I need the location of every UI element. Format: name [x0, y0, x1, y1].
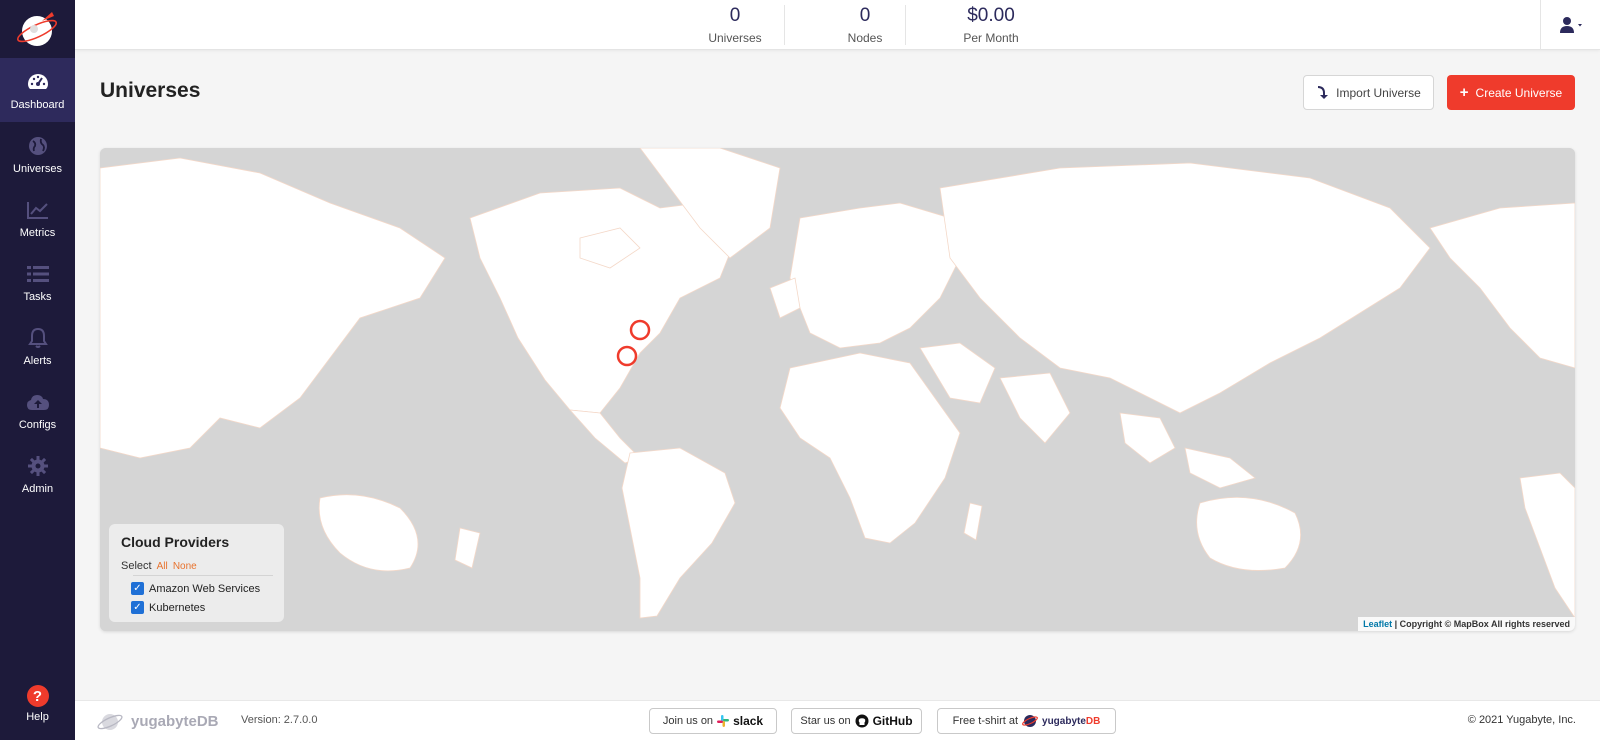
tshirt-brand: yugabyteDB	[1042, 716, 1100, 727]
legend-select-row: Select All None	[121, 560, 272, 572]
tshirt-prefix: Free t-shirt at	[952, 715, 1019, 727]
tshirt-button[interactable]: Free t-shirt at yugabyteDB	[937, 708, 1116, 734]
copyright-text: © 2021 Yugabyte, Inc.	[1467, 714, 1576, 726]
stat-divider	[784, 5, 785, 45]
yugabyte-planet-logo-icon	[1022, 715, 1038, 727]
import-universe-button[interactable]: Import Universe	[1303, 75, 1434, 110]
tshirt-brand-suffix: DB	[1085, 715, 1101, 727]
github-prefix: Star us on	[800, 715, 851, 727]
provider-label: Kubernetes	[149, 601, 206, 614]
yugabyte-planet-logo-icon	[16, 12, 57, 46]
github-name: GitHub	[872, 714, 913, 728]
app-logo[interactable]	[0, 0, 75, 58]
legend-divider	[133, 575, 273, 576]
create-universe-label: Create Universe	[1475, 85, 1563, 100]
yugabyte-planet-logo-icon	[97, 714, 123, 730]
stat-cost[interactable]: $0.00 Per Month	[931, 0, 1051, 50]
sidebar-item-label: Metrics	[19, 226, 56, 239]
globe-icon	[26, 134, 50, 158]
user-menu[interactable]	[1540, 0, 1600, 50]
sidebar-item-admin[interactable]: Admin	[0, 442, 75, 506]
footer-logo: yugabyteDB	[97, 709, 219, 733]
user-icon	[1559, 17, 1582, 33]
attribution-text: | Copyright © MapBox All rights reserved	[1394, 619, 1570, 629]
leaflet-link[interactable]: Leaflet	[1363, 619, 1392, 629]
sidebar-item-tasks[interactable]: Tasks	[0, 250, 75, 314]
version-label: Version: 2.7.0.0	[241, 714, 318, 726]
tshirt-brand-prefix: yugabyte	[1042, 715, 1086, 727]
stat-universes[interactable]: 0 Universes	[675, 0, 795, 50]
slack-button[interactable]: Join us on slack	[649, 708, 777, 734]
slack-prefix: Join us on	[662, 715, 714, 727]
stat-nodes[interactable]: 0 Nodes	[815, 0, 915, 50]
sidebar-item-alerts[interactable]: Alerts	[0, 314, 75, 378]
sidebar-item-metrics[interactable]: Metrics	[0, 186, 75, 250]
footer-brand: yugabyteDB	[131, 712, 219, 730]
sidebar: Dashboard Universes Metrics Tasks Alerts…	[0, 0, 75, 740]
sidebar-item-label: Configs	[18, 418, 57, 431]
world-map-canvas	[100, 148, 1575, 631]
page-title: Universes	[100, 79, 201, 102]
help-label: Help	[26, 711, 49, 723]
sidebar-item-label: Alerts	[23, 354, 52, 367]
sidebar-item-label: Admin	[21, 482, 54, 495]
help-link[interactable]: ? Help	[0, 685, 75, 735]
import-arrow-icon	[1318, 85, 1329, 99]
stat-value: 0	[729, 5, 741, 26]
plus-icon: +	[1459, 84, 1469, 101]
checkbox-checked-icon[interactable]: ✓	[131, 601, 144, 614]
stat-value: $0.00	[967, 5, 1015, 26]
github-button[interactable]: Star us on GitHub	[791, 708, 922, 734]
list-icon	[26, 262, 50, 286]
github-icon	[855, 714, 869, 728]
sidebar-item-label: Universes	[13, 162, 62, 175]
sidebar-item-label: Tasks	[23, 290, 52, 303]
create-universe-button[interactable]: + Create Universe	[1447, 75, 1575, 110]
sidebar-item-configs[interactable]: Configs	[0, 378, 75, 442]
stat-divider	[905, 5, 906, 45]
cloud-upload-icon	[26, 390, 50, 414]
stat-label: Per Month	[963, 31, 1019, 45]
select-none-link[interactable]: None	[173, 561, 197, 572]
cloud-providers-legend: Cloud Providers Select All None ✓ Amazon…	[109, 524, 284, 622]
world-map[interactable]: Cloud Providers Select All None ✓ Amazon…	[100, 148, 1575, 631]
bell-icon	[26, 326, 50, 350]
gear-icon	[26, 454, 50, 478]
top-bar: 0 Universes 0 Nodes $0.00 Per Month	[75, 0, 1600, 50]
dashboard-gauge-icon	[26, 70, 50, 94]
sidebar-item-label: Dashboard	[10, 98, 65, 111]
legend-title: Cloud Providers	[121, 534, 230, 550]
footer: yugabyteDB Version: 2.7.0.0 Join us on s…	[75, 700, 1600, 740]
line-chart-icon	[26, 198, 50, 222]
help-icon: ?	[26, 685, 49, 707]
provider-aws-row[interactable]: ✓ Amazon Web Services	[131, 582, 272, 595]
select-label: Select	[121, 560, 152, 572]
stat-value: 0	[859, 5, 871, 26]
provider-kubernetes-row[interactable]: ✓ Kubernetes	[131, 601, 272, 614]
sidebar-item-universes[interactable]: Universes	[0, 122, 75, 186]
stat-label: Universes	[708, 31, 762, 45]
import-universe-label: Import Universe	[1336, 85, 1421, 100]
slack-name: slack	[733, 714, 764, 728]
provider-label: Amazon Web Services	[149, 582, 261, 595]
sidebar-item-dashboard[interactable]: Dashboard	[0, 58, 75, 122]
select-all-link[interactable]: All	[157, 561, 168, 572]
map-attribution: Leaflet | Copyright © MapBox All rights …	[1358, 617, 1575, 631]
checkbox-checked-icon[interactable]: ✓	[131, 582, 144, 595]
stat-label: Nodes	[847, 31, 883, 45]
slack-icon	[717, 715, 730, 727]
